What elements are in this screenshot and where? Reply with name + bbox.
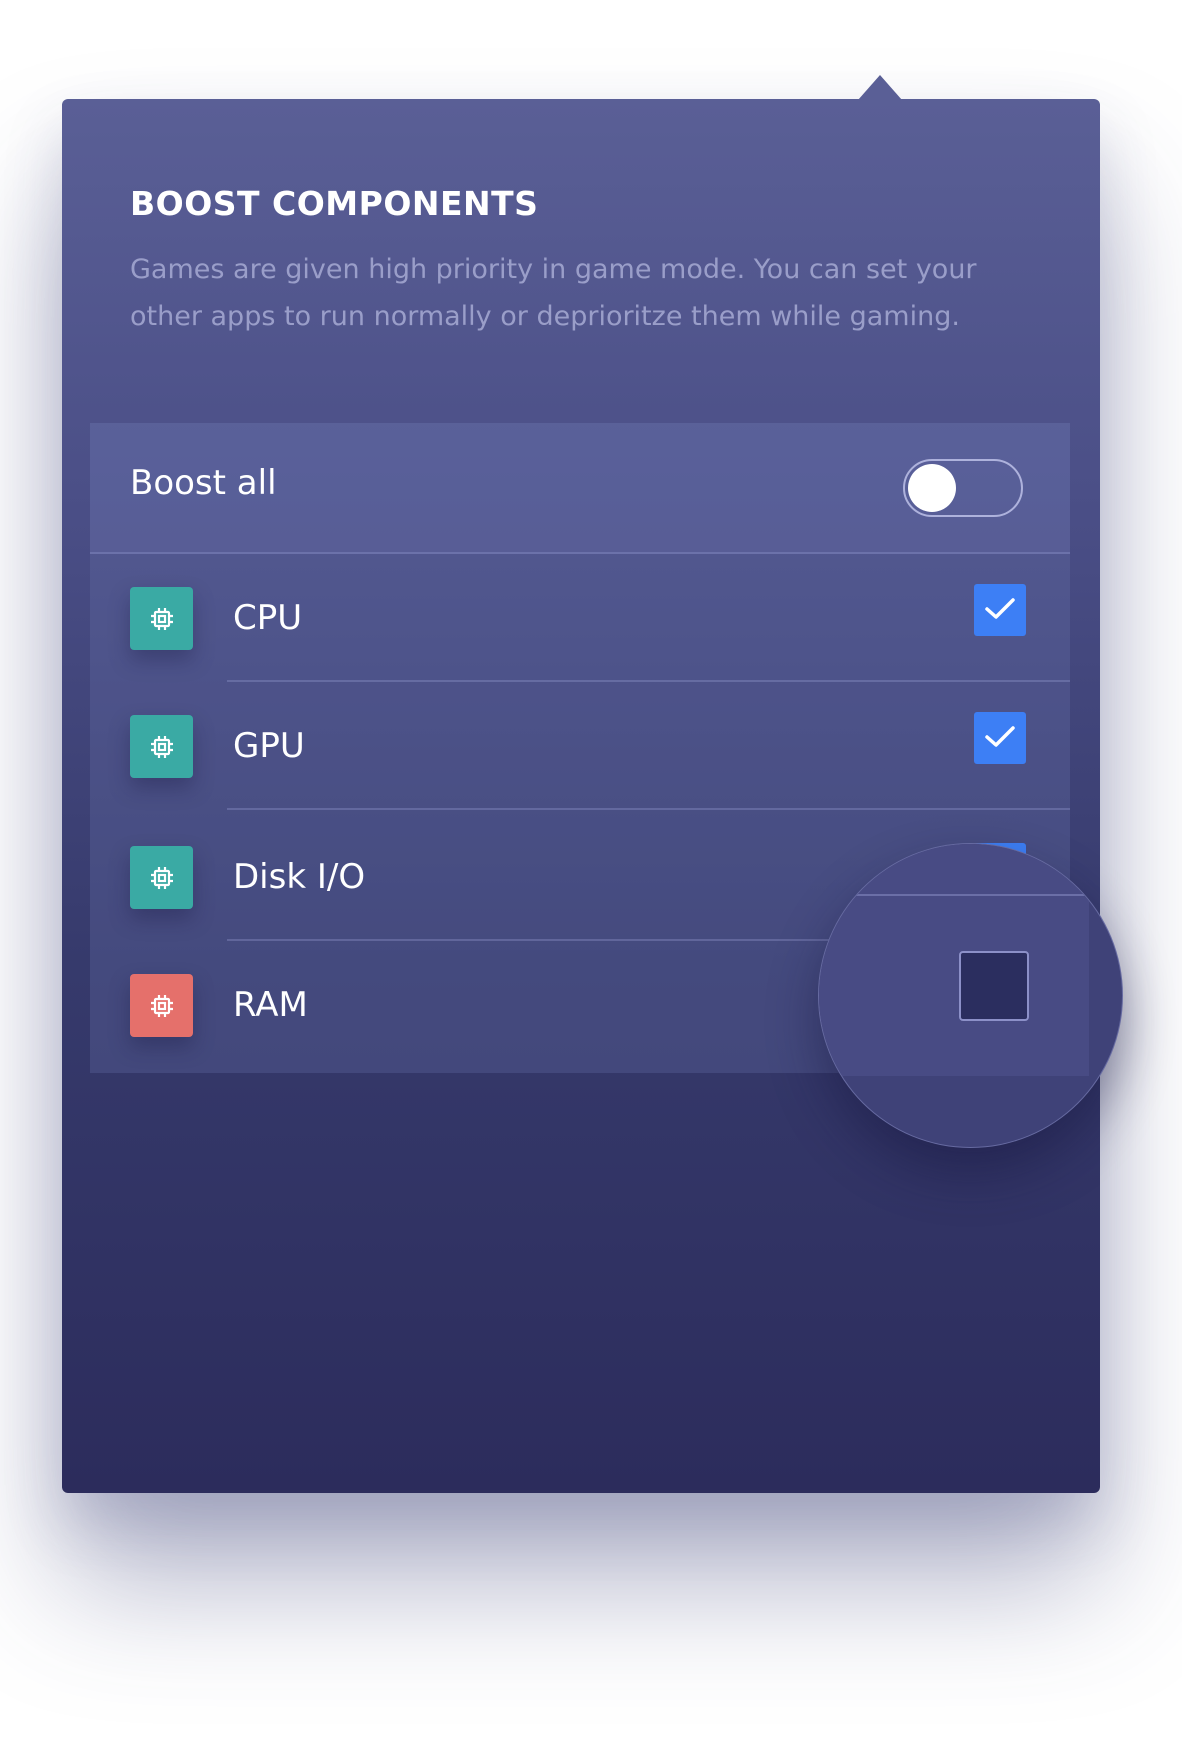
boost-all-toggle[interactable]	[903, 459, 1023, 517]
cpu-checkbox[interactable]	[974, 584, 1026, 636]
component-label: CPU	[233, 598, 303, 638]
toggle-knob	[908, 464, 956, 512]
chip-icon	[130, 587, 193, 650]
check-icon	[985, 598, 1015, 619]
magnified-panel	[819, 844, 1089, 1076]
gpu-checkbox[interactable]	[974, 712, 1026, 764]
magnifier-lens	[818, 843, 1123, 1148]
boost-all-label: Boost all	[130, 463, 277, 503]
component-row-gpu[interactable]: GPU	[90, 682, 1070, 810]
ram-checkbox[interactable]	[959, 951, 1029, 1021]
popover-description: Games are given high priority in game mo…	[130, 254, 977, 332]
chip-icon	[130, 974, 193, 1037]
popover-title: BOOST COMPONENTS	[130, 184, 539, 223]
component-label: GPU	[233, 726, 305, 766]
component-row-cpu[interactable]: CPU	[90, 554, 1070, 682]
chip-icon	[130, 846, 193, 909]
popover-caret	[858, 75, 902, 100]
row-divider	[227, 808, 1070, 810]
boost-all-row: Boost all	[90, 423, 1070, 554]
component-label: Disk I/O	[233, 857, 366, 897]
chip-icon	[130, 715, 193, 778]
check-icon	[985, 726, 1015, 747]
component-label: RAM	[233, 985, 308, 1025]
magnified-divider	[819, 894, 1089, 896]
